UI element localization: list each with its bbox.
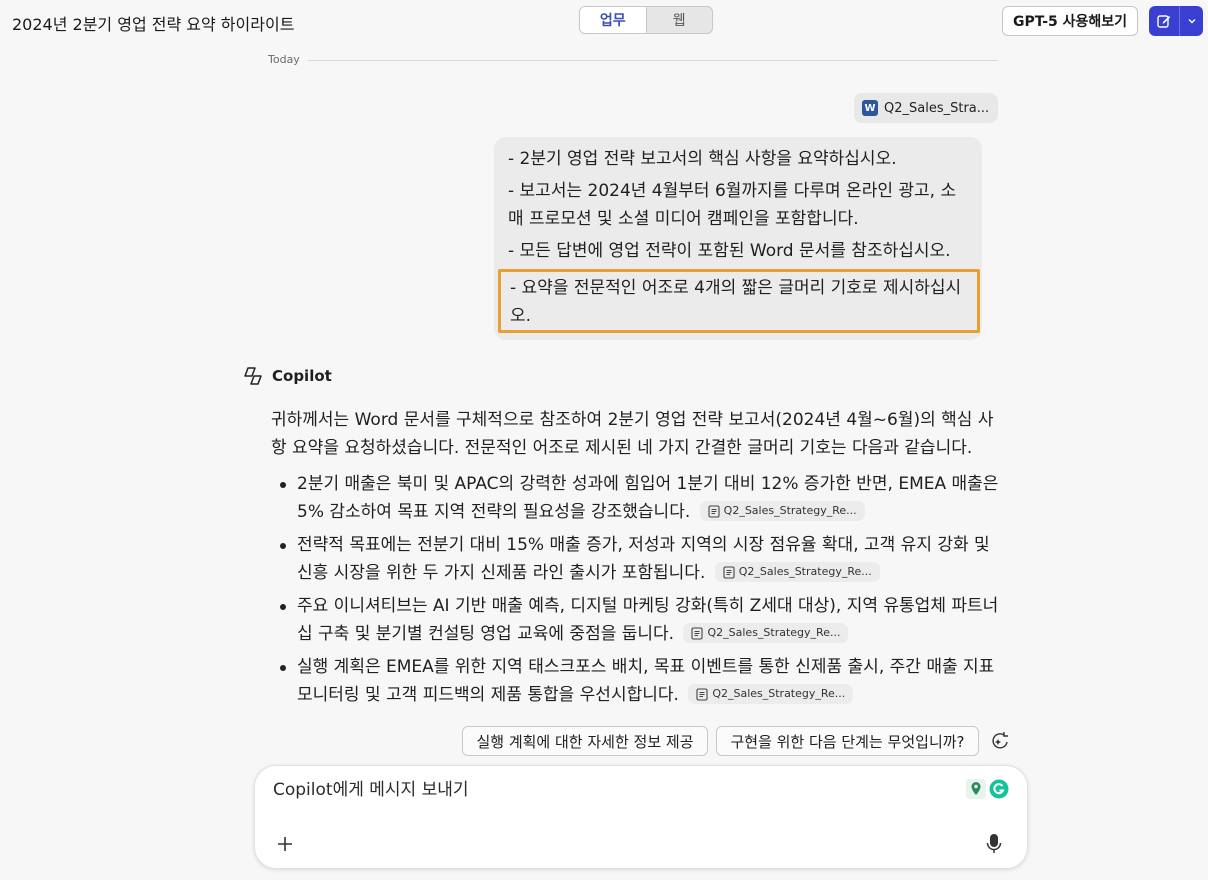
try-gpt5-button[interactable]: GPT-5 사용해보기: [1002, 6, 1138, 36]
assistant-name: Copilot: [272, 367, 332, 385]
top-bar: 2024년 2분기 영업 전략 요약 하이라이트 업무 웹 GPT-5 사용해보…: [0, 0, 1208, 44]
list-item: 전략적 목표에는 전분기 대비 15% 매출 증가, 저성과 지역의 시장 점유…: [271, 531, 1001, 587]
document-icon: [708, 504, 720, 518]
list-item: 2분기 매출은 북미 및 APAC의 강력한 성과에 힘입어 1분기 대비 12…: [271, 470, 1001, 526]
copilot-logo-icon: [244, 367, 262, 385]
suggestion-chip-details[interactable]: 실행 계획에 대한 자세한 정보 제공: [462, 726, 708, 756]
chevron-down-icon: [1188, 19, 1195, 24]
citation-chip[interactable]: Q2_Sales_Strategy_Re...: [699, 501, 865, 521]
location-pin-icon[interactable]: [966, 779, 986, 799]
citation-label: Q2_Sales_Strategy_Re...: [712, 687, 846, 700]
citation-label: Q2_Sales_Strategy_Re...: [738, 565, 872, 578]
plus-icon: [278, 837, 292, 851]
citation-label: Q2_Sales_Strategy_Re...: [723, 504, 857, 517]
user-message-line: - 2분기 영업 전략 보고서의 핵심 사항을 요약하십시오.: [508, 149, 897, 169]
assistant-header: Copilot: [242, 366, 332, 386]
extension-icons: [966, 779, 1009, 799]
assistant-bullet-list: 2분기 매출은 북미 및 APAC의 강력한 성과에 힘입어 1분기 대비 12…: [271, 470, 1001, 714]
message-composer: [254, 765, 1028, 869]
list-item: 주요 이니셔티브는 AI 기반 매출 예측, 디지털 마케팅 강화(특히 Z세대…: [271, 592, 1001, 648]
date-divider-label: Today: [268, 53, 300, 66]
grammarly-icon[interactable]: [989, 779, 1009, 799]
user-message-line: - 요약을 전문적인 어조로 4개의 짧은 글머리 기호로 제시하십시오.: [510, 278, 962, 326]
page-title: 2024년 2분기 영업 전략 요약 하이라이트: [12, 15, 295, 34]
word-doc-icon: W: [862, 100, 878, 116]
user-message-line: - 모든 답변에 영업 전략이 포함된 Word 문서를 참조하십시오.: [508, 241, 951, 261]
attached-file-name: Q2_Sales_Stra...: [884, 100, 990, 116]
sparkle-refresh-icon[interactable]: [990, 731, 1012, 751]
list-item: 실행 계획은 EMEA를 위한 지역 태스크포스 배치, 목표 이벤트를 통한 …: [271, 653, 1001, 709]
citation-label: Q2_Sales_Strategy_Re...: [707, 626, 841, 639]
citation-chip[interactable]: Q2_Sales_Strategy_Re...: [683, 623, 849, 643]
document-icon: [696, 687, 708, 701]
document-icon: [723, 565, 735, 579]
tab-web[interactable]: 웹: [647, 7, 713, 33]
compose-icon: [1157, 15, 1171, 28]
citation-chip[interactable]: Q2_Sales_Strategy_Re...: [688, 684, 854, 704]
new-chat-button-group: [1149, 6, 1203, 36]
attach-button[interactable]: [273, 832, 297, 856]
attached-file-chip[interactable]: W Q2_Sales_Stra...: [854, 93, 998, 123]
bullet-text: 2분기 매출은 북미 및 APAC의 강력한 성과에 힘입어 1분기 대비 12…: [297, 474, 999, 522]
bullet-text: 실행 계획은 EMEA를 위한 지역 태스크포스 배치, 목표 이벤트를 통한 …: [297, 657, 995, 705]
new-chat-dropdown-button[interactable]: [1180, 6, 1203, 36]
user-message-line: - 보고서는 2024년 4월부터 6월까지를 다루며 온라인 광고, 소매 프…: [508, 181, 957, 229]
suggestion-chip-next-steps[interactable]: 구현을 위한 다음 단계는 무엇입니까?: [716, 726, 979, 756]
bullet-text: 주요 이니셔티브는 AI 기반 매출 예측, 디지털 마케팅 강화(특히 Z세대…: [297, 596, 999, 644]
message-input[interactable]: [273, 780, 953, 800]
voice-input-button[interactable]: [983, 832, 1005, 856]
tab-work[interactable]: 업무: [580, 7, 647, 33]
citation-chip[interactable]: Q2_Sales_Strategy_Re...: [714, 562, 880, 582]
new-chat-button[interactable]: [1149, 6, 1180, 36]
document-icon: [691, 626, 704, 640]
microphone-icon: [986, 834, 1002, 853]
assistant-intro-text: 귀하께서는 Word 문서를 구체적으로 참조하여 2분기 영업 전략 보고서(…: [271, 410, 994, 458]
date-divider-line: [308, 60, 998, 61]
mode-toggle[interactable]: 업무 웹: [579, 6, 713, 34]
bullet-text: 전략적 목표에는 전분기 대비 15% 매출 증가, 저성과 지역의 시장 점유…: [297, 535, 990, 583]
highlighted-instruction: - 요약을 전문적인 어조로 4개의 짧은 글머리 기호로 제시하십시오.: [498, 269, 980, 333]
